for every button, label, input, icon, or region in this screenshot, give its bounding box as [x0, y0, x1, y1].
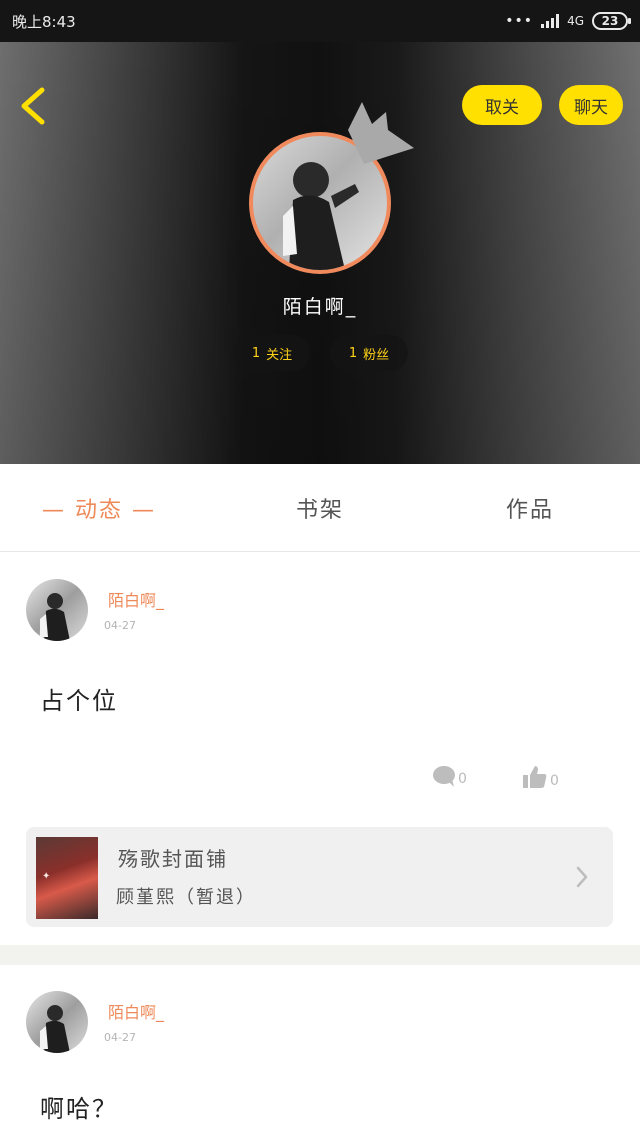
chevron-right-icon: [576, 866, 588, 888]
fans-count[interactable]: 1 粉丝: [330, 335, 408, 371]
thumbs-up-icon: [523, 766, 547, 788]
profile-nickname: 陌白啊_: [282, 296, 358, 318]
tab-feed[interactable]: — 动态 —: [42, 492, 156, 524]
signal-icon: [541, 14, 560, 28]
post-avatar-figure: [40, 1005, 70, 1053]
book-title: 殇歌封面铺: [118, 847, 228, 871]
crown-icon: [348, 102, 414, 164]
chat-button[interactable]: 聊天: [559, 85, 623, 125]
profile-header: 取关 聊天 陌白啊_ 1 关注 1 粉丝: [0, 42, 640, 464]
post-avatar[interactable]: [26, 991, 88, 1053]
book-cover: ✦: [36, 837, 98, 919]
post-text: 啊哈？: [40, 1095, 118, 1123]
comment-icon: [433, 766, 455, 787]
book-cover-art: ✦: [42, 871, 51, 882]
post-date: 04-27: [104, 619, 136, 632]
feed-post: 陌白啊_ 04-27 啊哈？: [0, 965, 640, 1138]
post-text: 占个位: [40, 687, 118, 715]
status-indicators: ••• 4G 23: [505, 11, 631, 31]
unfollow-button[interactable]: 取关: [462, 85, 542, 125]
post-avatar-figure: [40, 593, 70, 641]
post-author[interactable]: 陌白啊_: [108, 587, 164, 611]
comment-count: 0: [458, 771, 467, 787]
tab-works[interactable]: 作品: [506, 492, 554, 524]
fans-label: 粉丝: [363, 347, 390, 363]
like-button[interactable]: 0: [522, 765, 559, 789]
following-label: 关注: [266, 347, 293, 363]
following-count[interactable]: 1 关注: [233, 335, 311, 371]
following-count-value: 1: [251, 345, 261, 361]
post-divider: [0, 945, 640, 965]
post-avatar[interactable]: [26, 579, 88, 641]
status-time: 晚上8:43: [12, 13, 76, 31]
network-type: 4G: [567, 14, 584, 28]
more-dots-icon: •••: [505, 13, 534, 29]
back-arrow-icon[interactable]: [14, 84, 54, 128]
battery-level: 23: [601, 14, 619, 28]
book-author: 顾堇熙（暂退）: [116, 887, 256, 908]
post-date: 04-27: [104, 1031, 136, 1044]
post-author[interactable]: 陌白啊_: [108, 999, 164, 1023]
battery-icon: 23: [592, 12, 631, 30]
feed-post: 陌白啊_ 04-27 占个位 0 0 ✦ 殇歌封面铺 顾堇熙（暂退）: [0, 553, 640, 945]
comment-button[interactable]: 0: [432, 765, 467, 787]
profile-tabs: — 动态 — 书架 作品: [0, 464, 640, 552]
shared-book-card[interactable]: ✦ 殇歌封面铺 顾堇熙（暂退）: [26, 827, 613, 927]
fans-count-value: 1: [348, 345, 358, 361]
status-bar: 晚上8:43 ••• 4G 23: [0, 0, 640, 42]
like-count: 0: [550, 773, 559, 789]
tab-bookshelf[interactable]: 书架: [296, 492, 344, 524]
